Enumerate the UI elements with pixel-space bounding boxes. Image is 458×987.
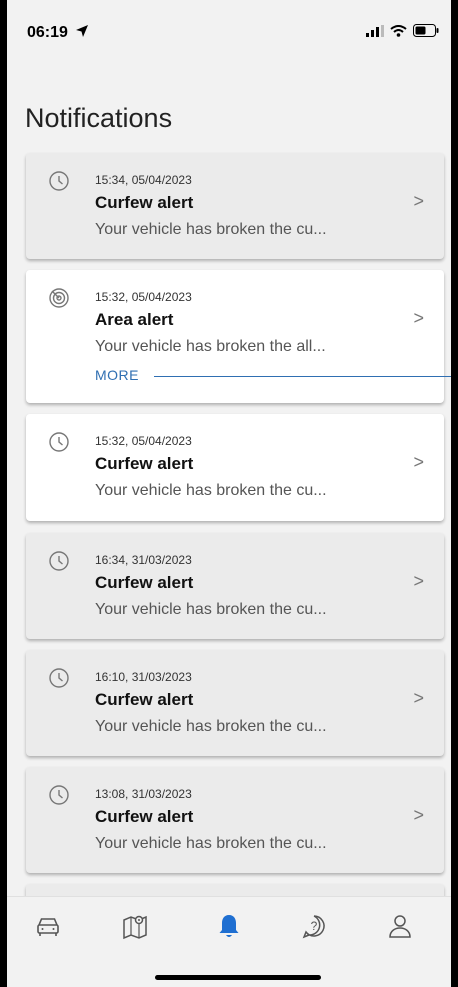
- notification-message: Your vehicle has broken the cu...: [95, 835, 327, 852]
- more-divider: [154, 376, 451, 377]
- notification-title: Curfew alert: [95, 193, 194, 212]
- signal-icon: [366, 24, 384, 37]
- chevron-right-icon: >: [413, 452, 424, 472]
- chevron-right-icon: >: [413, 571, 424, 591]
- notification-title: Curfew alert: [95, 690, 194, 709]
- battery-icon: [413, 24, 439, 37]
- notification-title: Curfew alert: [95, 454, 194, 473]
- svg-text:?: ?: [311, 919, 318, 933]
- notification-title: Curfew alert: [95, 807, 194, 826]
- status-icons: [366, 24, 439, 37]
- app-screen: 06:19 Notifications 15:34, 05/04/2023 Cu…: [7, 0, 451, 987]
- map-pin-icon[interactable]: [120, 911, 150, 941]
- notification-card[interactable]: 15:32, 05/04/2023 Curfew alert Your vehi…: [26, 414, 444, 521]
- notification-card[interactable]: 16:34, 31/03/2023 Curfew alert Your vehi…: [26, 533, 444, 639]
- notification-message: Your vehicle has broken the cu...: [95, 718, 327, 735]
- chevron-right-icon: >: [413, 191, 424, 211]
- time-text: 06:19: [27, 24, 68, 41]
- notification-card[interactable]: 13:08, 31/03/2023 Curfew alert Your vehi…: [26, 767, 444, 873]
- notification-timestamp: 13:08, 31/03/2023: [95, 787, 192, 801]
- car-icon[interactable]: [33, 911, 63, 941]
- wifi-icon: [390, 24, 407, 37]
- notification-title: Area alert: [95, 310, 174, 329]
- notification-timestamp: 15:32, 05/04/2023: [95, 434, 192, 448]
- notification-card[interactable]: 16:10, 31/03/2023 Curfew alert Your vehi…: [26, 650, 444, 756]
- clock-icon: [49, 171, 69, 191]
- notification-card[interactable]: 15:32, 05/04/2023 Area alert Your vehicl…: [26, 270, 451, 403]
- notification-message: Your vehicle has broken the cu...: [95, 482, 327, 499]
- bottom-nav: ?: [7, 896, 451, 987]
- notification-message: Your vehicle has broken the all...: [95, 338, 326, 355]
- chevron-right-icon: >: [413, 805, 424, 825]
- chevron-right-icon: >: [413, 688, 424, 708]
- clock-icon: [49, 785, 69, 805]
- page-title: Notifications: [25, 103, 173, 133]
- clock-icon: [49, 551, 69, 571]
- clock-icon: [49, 432, 69, 452]
- bell-icon[interactable]: [214, 911, 244, 941]
- notification-message: Your vehicle has broken the cu...: [95, 601, 327, 618]
- chevron-right-icon: >: [413, 308, 424, 328]
- status-bar: 06:19: [7, 0, 451, 56]
- profile-icon[interactable]: [385, 911, 415, 941]
- home-indicator: [155, 975, 321, 980]
- notification-title: Curfew alert: [95, 573, 194, 592]
- notification-timestamp: 16:10, 31/03/2023: [95, 670, 192, 684]
- location-arrow-icon: [76, 25, 89, 37]
- more-link[interactable]: MORE: [95, 367, 139, 383]
- clock-icon: [49, 668, 69, 688]
- notification-timestamp: 15:32, 05/04/2023: [95, 290, 192, 304]
- help-icon[interactable]: ?: [299, 911, 329, 941]
- notification-card[interactable]: 15:34, 05/04/2023 Curfew alert Your vehi…: [26, 153, 444, 259]
- target-icon: [49, 288, 69, 308]
- notification-timestamp: 16:34, 31/03/2023: [95, 553, 192, 567]
- notification-message: Your vehicle has broken the cu...: [95, 221, 327, 238]
- notification-timestamp: 15:34, 05/04/2023: [95, 173, 192, 187]
- status-time: 06:19: [27, 24, 89, 42]
